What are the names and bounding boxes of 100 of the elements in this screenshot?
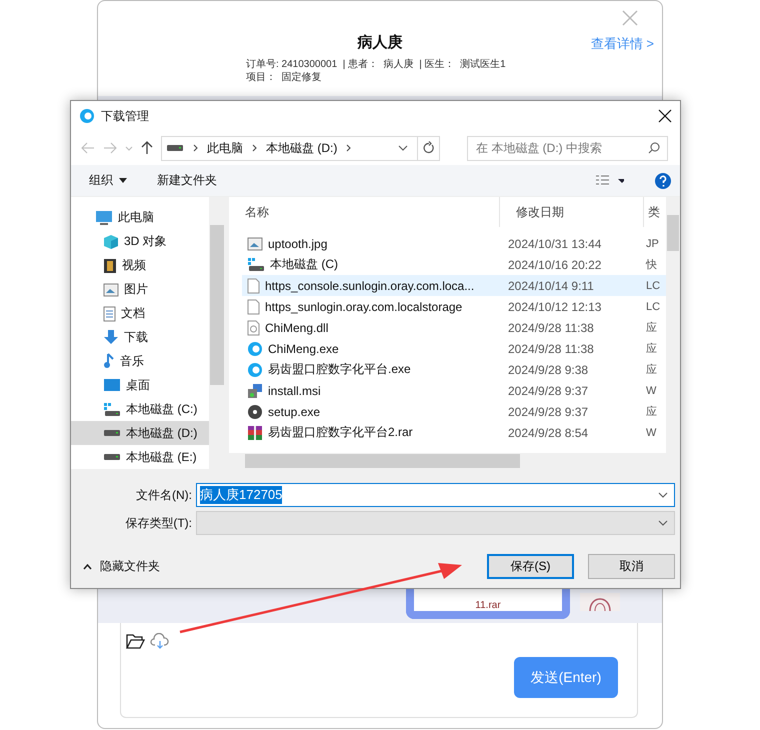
file-icon (247, 278, 260, 294)
file-name: 本地磁盘 (C) (270, 256, 338, 273)
nav-item[interactable]: 视频 (71, 254, 209, 278)
file-date: 2024/10/14 9:11 (507, 278, 595, 292)
app-icon (247, 362, 263, 378)
file-date: 2024/9/28 11:38 (507, 342, 595, 356)
file-name: install.msi (268, 384, 321, 398)
file-row[interactable]: setup.exe 2024/9/28 9:37 应 (242, 401, 666, 422)
file-name: setup.exe (268, 404, 320, 418)
field-label: 保存类型(T): (124, 514, 193, 532)
chevron-right-icon (252, 144, 257, 152)
cloud-download-icon[interactable] (150, 633, 170, 649)
nav-item[interactable]: 此电脑 (71, 206, 209, 230)
file-date: 2024/9/28 9:37 (507, 384, 590, 398)
desktop-icon (103, 378, 121, 392)
patient-name: 病人庚 (358, 33, 402, 52)
music-note-icon (103, 353, 115, 370)
file-row[interactable]: uptooth.jpg 2024/10/31 13:44 JP (242, 233, 666, 254)
folder-icon[interactable] (126, 633, 145, 649)
up-arrow-icon[interactable] (141, 141, 153, 155)
document-icon (103, 306, 116, 322)
scrollbar[interactable] (666, 197, 680, 453)
chevron-down-icon[interactable] (658, 520, 668, 526)
file-type: LC (646, 300, 660, 312)
breadcrumb-item[interactable]: 此电脑 (207, 140, 243, 156)
nav-item[interactable]: 音乐 (71, 349, 209, 374)
installer-icon (247, 382, 263, 398)
file-row[interactable]: https_console.sunlogin.oray.com.loca... 2024/10/14 9:11 LC (242, 275, 666, 296)
organize-menu[interactable]: 组织 (89, 172, 127, 189)
order-info: 订单号: 2410300001 | 患者： 病人庚 | 医生： 测试医生1 (246, 58, 506, 71)
nav-item[interactable]: 文档 (71, 302, 209, 326)
file-row[interactable]: 易齿盟口腔数字化平台.exe 2024/9/28 9:38 应 (242, 359, 666, 380)
file-row[interactable]: install.msi 2024/9/28 9:37 W (242, 380, 666, 401)
help-icon[interactable] (654, 172, 672, 190)
file-row[interactable]: 本地磁盘 (C) 2024/10/16 20:22 快 (242, 254, 666, 275)
download-icon (103, 329, 119, 346)
file-date: 2024/10/31 13:44 (507, 236, 602, 250)
file-type: 应 (646, 342, 657, 356)
file-date: 2024/9/28 8:54 (507, 426, 590, 440)
hide-folders-toggle[interactable]: 隐藏文件夹 (83, 558, 160, 575)
column-header[interactable]: 类 (644, 197, 664, 227)
file-name: https_sunlogin.oray.com.localstorage (265, 300, 462, 314)
file-type: 快 (646, 258, 657, 272)
file-name: uptooth.jpg (268, 236, 328, 250)
nav-item[interactable]: 本地磁盘 (E:) (71, 445, 209, 469)
caret-icon (119, 178, 127, 183)
scrollbar[interactable] (209, 197, 225, 469)
drive-icon (103, 402, 121, 417)
file-name: 易齿盟口腔数字化平台.exe (268, 361, 411, 378)
nav-item[interactable]: 桌面 (71, 373, 209, 398)
nav-item[interactable]: 3D 对象 (71, 230, 209, 254)
project-info: 项目： 固定修复 (246, 71, 323, 84)
file-name: 易齿盟口腔数字化平台2.rar (268, 424, 413, 441)
nav-item[interactable]: 本地磁盘 (C:) (71, 397, 209, 422)
file-row[interactable]: 易齿盟口腔数字化平台2.rar 2024/9/28 8:54 W (242, 422, 666, 443)
file-row[interactable]: ChiMeng.exe 2024/9/28 11:38 应 (242, 338, 666, 359)
search-icon (648, 142, 660, 154)
dialog-title: 下载管理 (101, 108, 150, 124)
nav-item[interactable]: 本地磁盘 (D:) (71, 421, 209, 446)
file-date: 2024/9/28 9:37 (507, 404, 590, 418)
archive-icon (247, 424, 263, 440)
disc-icon (247, 404, 263, 420)
film-icon (103, 258, 117, 274)
address-bar[interactable]: 此电脑 本地磁盘 (D:) (161, 136, 440, 160)
file-type: W (646, 384, 656, 396)
file-name: ChiMeng.dll (265, 320, 328, 334)
image-icon (247, 236, 263, 250)
file-type: W (646, 426, 656, 438)
cube-icon (103, 234, 119, 250)
search-field[interactable]: 在 本地磁盘 (D:) 中搜索 (467, 136, 668, 160)
view-options-icon[interactable] (594, 174, 624, 186)
file-icon (247, 298, 260, 314)
app-icon (79, 108, 95, 124)
file-row[interactable]: https_sunlogin.oray.com.localstorage 2024/10/12 12:13 LC (242, 296, 666, 317)
chevron-down-icon[interactable] (658, 492, 668, 498)
new-folder-button[interactable]: 新建文件夹 (157, 172, 217, 189)
scrollbar[interactable] (229, 453, 680, 469)
drive-icon (166, 144, 184, 152)
chevron-right-icon (346, 144, 352, 152)
cancel-button[interactable]: 取消 (588, 554, 675, 579)
file-date: 2024/9/28 9:38 (507, 362, 590, 376)
file-row[interactable]: ChiMeng.dll 2024/9/28 11:38 应 (242, 317, 666, 338)
nav-item[interactable]: 图片 (71, 278, 209, 302)
breadcrumb-item[interactable]: 本地磁盘 (D:) (266, 140, 338, 156)
column-header[interactable]: 修改日期 (500, 197, 644, 227)
column-header[interactable]: 名称 (229, 197, 500, 227)
app-icon (247, 340, 263, 356)
file-type: 应 (646, 362, 657, 377)
file-type: JP (646, 238, 659, 250)
nav-item[interactable]: 下载 (71, 326, 209, 350)
file-date: 2024/10/12 12:13 (507, 300, 602, 314)
file-name-field[interactable]: 病人庚172705 (196, 483, 675, 507)
chevron-down-icon[interactable] (398, 145, 408, 151)
file-date: 2024/10/16 20:22 (507, 258, 602, 272)
save-button[interactable]: 保存(S) (487, 554, 574, 579)
file-type: 应 (646, 320, 657, 335)
settings-file-icon (247, 320, 260, 336)
close-icon[interactable] (658, 109, 672, 123)
file-name: ChiMeng.exe (268, 342, 339, 356)
file-date: 2024/9/28 11:38 (507, 320, 595, 334)
